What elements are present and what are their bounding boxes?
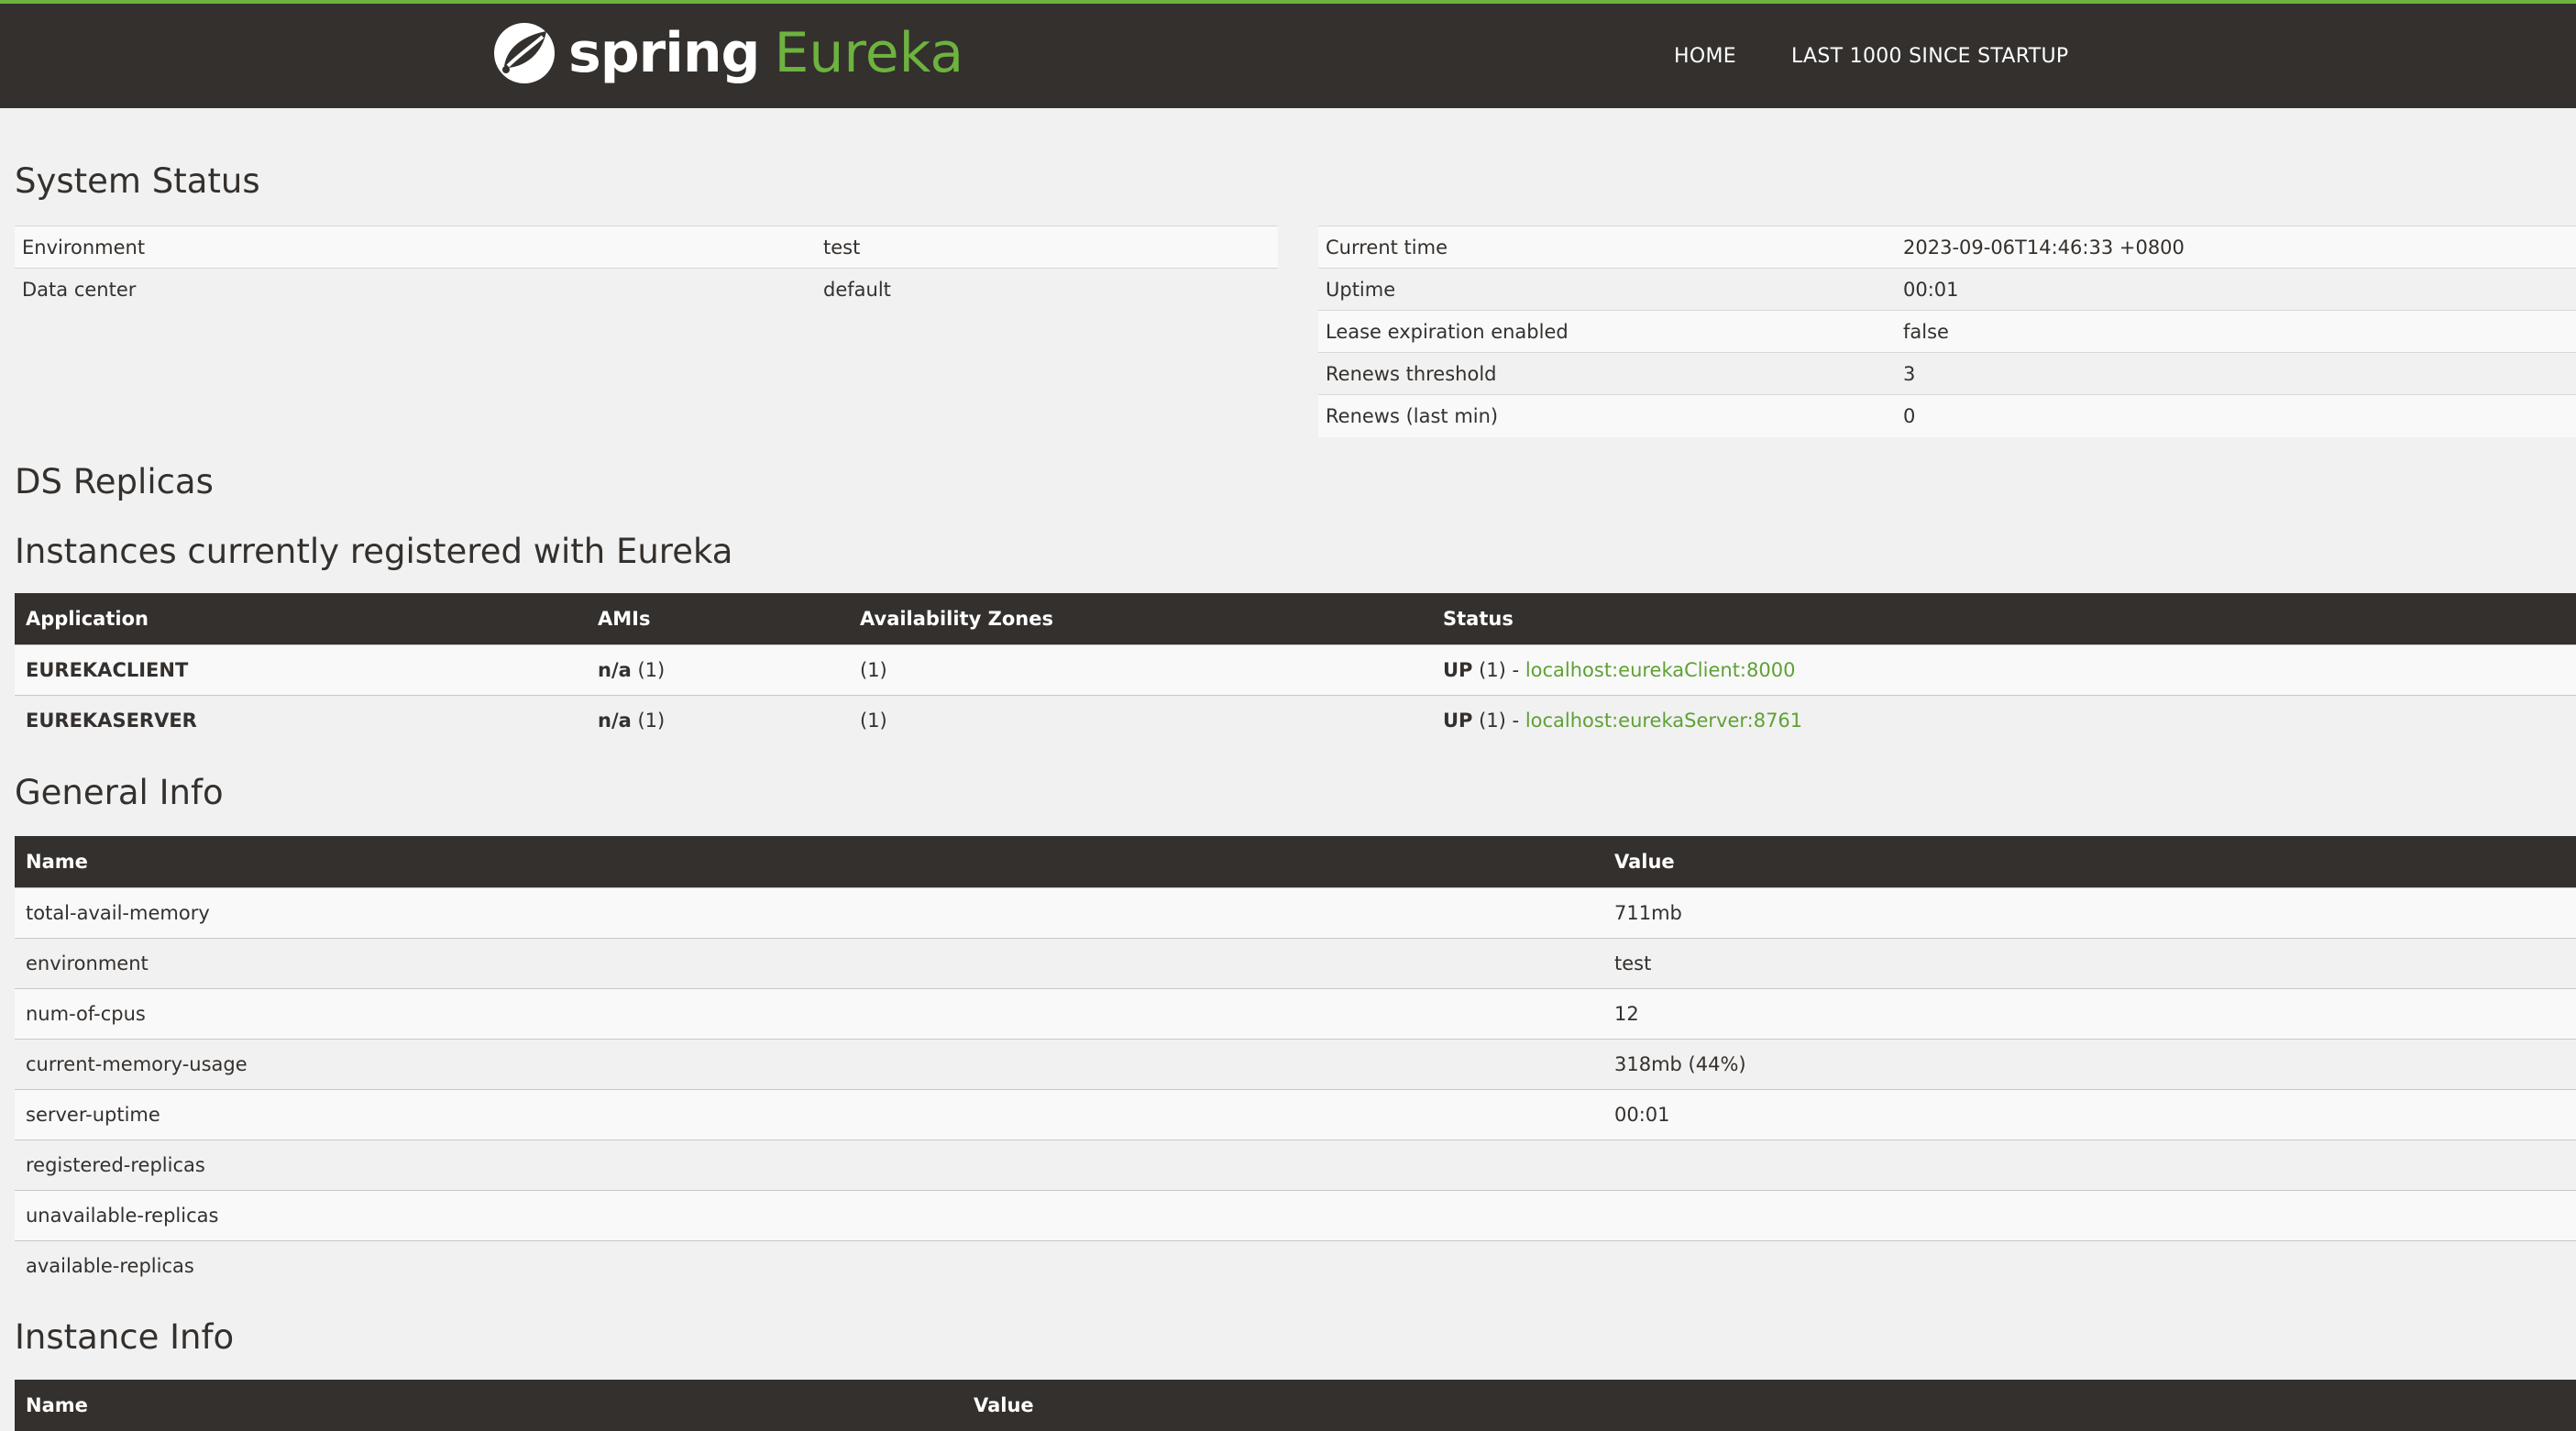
info-name: num-of-cpus	[15, 987, 1603, 1039]
nav-links: HOME LAST 1000 SINCE STARTUP	[1674, 4, 2123, 108]
instance-row: EUREKASERVER n/a (1) (1) UP (1) - localhost…	[15, 694, 2576, 745]
status-up: UP	[1443, 658, 1473, 681]
brand-spring-text: spring	[568, 21, 760, 85]
column-header: Name	[26, 850, 88, 873]
instance-info-table: Name Value	[15, 1380, 2576, 1431]
navbar: spring Eureka HOME LAST 1000 SINCE START…	[0, 0, 2576, 108]
status-row: Data center default	[15, 268, 1278, 311]
info-value	[1603, 1139, 2576, 1190]
amis-value: n/a	[598, 709, 632, 732]
info-row: server-uptime 00:01	[15, 1088, 2576, 1139]
info-row: current-memory-usage 318mb (44%)	[15, 1038, 2576, 1089]
brand-logo[interactable]: spring Eureka	[491, 17, 963, 90]
info-name: current-memory-usage	[15, 1038, 1603, 1089]
status-value: 3	[1896, 352, 2576, 395]
system-status-right-table: Current time 2023-09-06T14:46:33 +0800 Upt…	[1318, 226, 2576, 437]
column-header: Availability Zones	[860, 607, 1053, 630]
status-row: Uptime 00:01	[1318, 268, 2576, 311]
column-header: Value	[1614, 850, 1675, 873]
info-row: num-of-cpus 12	[15, 987, 2576, 1039]
column-header: Application	[26, 607, 149, 630]
instances-table: Application AMIs Availability Zones Status …	[15, 593, 2576, 745]
status-key: Uptime	[1318, 268, 1896, 311]
amis-count: (1)	[631, 658, 666, 681]
amis-cell: n/a (1)	[587, 694, 849, 745]
zones-cell: (1)	[849, 644, 1432, 695]
status-value: false	[1896, 310, 2576, 353]
info-row: registered-replicas	[15, 1139, 2576, 1190]
info-value	[1603, 1189, 2576, 1240]
amis-cell: n/a (1)	[587, 644, 849, 695]
status-count: (1) -	[1472, 658, 1525, 681]
status-value: 0	[1896, 394, 2576, 437]
instance-row: EUREKACLIENT n/a (1) (1) UP (1) - localhost…	[15, 644, 2576, 695]
column-header: AMIs	[598, 607, 651, 630]
system-status-title: System Status	[15, 161, 260, 201]
status-up: UP	[1443, 709, 1473, 732]
instance-info-header-row: Name Value	[15, 1380, 2576, 1431]
info-value: 711mb	[1603, 886, 2576, 938]
status-key: Renews threshold	[1318, 352, 1896, 395]
status-cell: UP (1) - localhost:eurekaClient:8000	[1432, 644, 2576, 695]
status-row: Renews threshold 3	[1318, 352, 2576, 395]
status-key: Current time	[1318, 226, 1896, 269]
status-value: 2023-09-06T14:46:33 +0800	[1896, 226, 2576, 269]
status-cell: UP (1) - localhost:eurekaServer:8761	[1432, 694, 2576, 745]
ds-replicas-title: DS Replicas	[15, 462, 214, 501]
info-row: total-avail-memory 711mb	[15, 886, 2576, 938]
general-info-header-row: Name Value	[15, 836, 2576, 887]
column-header: Status	[1443, 607, 1514, 630]
nav-home-link[interactable]: HOME	[1674, 45, 1736, 68]
info-value: 12	[1603, 987, 2576, 1039]
info-value: 318mb (44%)	[1603, 1038, 2576, 1089]
application-name: EUREKASERVER	[15, 694, 587, 745]
info-name: unavailable-replicas	[15, 1189, 1603, 1240]
info-name: available-replicas	[15, 1239, 1603, 1291]
status-key: Renews (last min)	[1318, 394, 1896, 437]
column-header: Value	[974, 1394, 1034, 1416]
general-info-table: Name Value total-avail-memory 711mb environ…	[15, 836, 2576, 1291]
general-info-title: General Info	[15, 773, 224, 812]
zones-cell: (1)	[849, 694, 1432, 745]
amis-value: n/a	[598, 658, 632, 681]
instance-info-title: Instance Info	[15, 1317, 235, 1357]
status-row: Lease expiration enabled false	[1318, 310, 2576, 353]
info-name: total-avail-memory	[15, 886, 1603, 938]
spring-leaf-icon	[494, 23, 555, 83]
nav-last1000-link[interactable]: LAST 1000 SINCE STARTUP	[1791, 45, 2069, 68]
instances-header-row: Application AMIs Availability Zones Status	[15, 593, 2576, 644]
status-key: Data center	[15, 268, 816, 311]
status-key: Lease expiration enabled	[1318, 310, 1896, 353]
info-name: server-uptime	[15, 1088, 1603, 1139]
status-value: test	[816, 226, 1278, 269]
status-row: Renews (last min) 0	[1318, 394, 2576, 437]
info-value: test	[1603, 937, 2576, 988]
info-name: environment	[15, 937, 1603, 988]
info-row: available-replicas	[15, 1239, 2576, 1291]
info-row: unavailable-replicas	[15, 1189, 2576, 1240]
instances-title: Instances currently registered with Eure…	[15, 532, 733, 571]
status-value: default	[816, 268, 1278, 311]
brand-eureka-text: Eureka	[774, 21, 964, 85]
application-name: EUREKACLIENT	[15, 644, 587, 695]
instance-link[interactable]: localhost:eurekaServer:8761	[1525, 710, 1802, 732]
status-key: Environment	[15, 226, 816, 269]
amis-count: (1)	[631, 709, 666, 732]
column-header: Name	[26, 1394, 88, 1416]
info-row: environment test	[15, 937, 2576, 988]
info-value: 00:01	[1603, 1088, 2576, 1139]
status-row: Current time 2023-09-06T14:46:33 +0800	[1318, 226, 2576, 269]
info-name: registered-replicas	[15, 1139, 1603, 1190]
status-row: Environment test	[15, 226, 1278, 269]
system-status-left-table: Environment test Data center default	[15, 226, 1278, 311]
status-value: 00:01	[1896, 268, 2576, 311]
info-value	[1603, 1239, 2576, 1291]
status-count: (1) -	[1472, 709, 1525, 732]
instance-link[interactable]: localhost:eurekaClient:8000	[1525, 659, 1796, 681]
